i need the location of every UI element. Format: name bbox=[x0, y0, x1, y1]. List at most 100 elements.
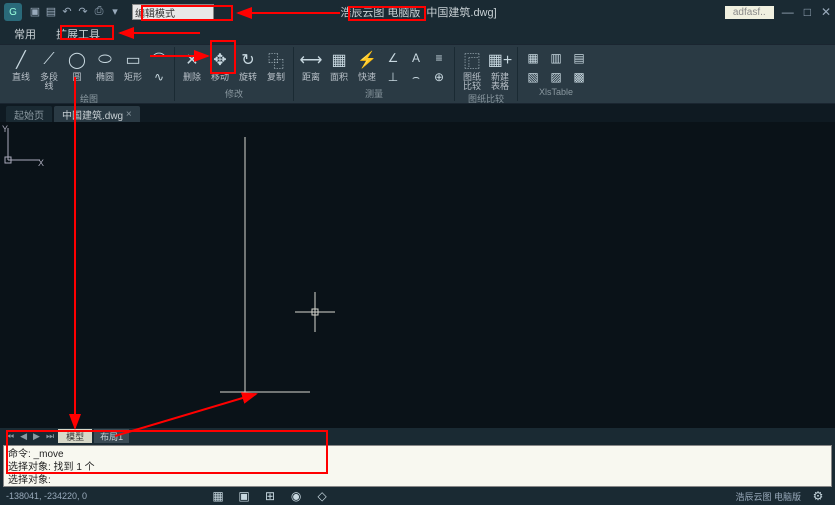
statusbar: -138041, -234220, 0 ▦ ▣ ⊞ ◉ ◇ 浩辰云图 电脑版 ⚙ bbox=[0, 488, 835, 504]
user-badge[interactable]: adfasf.. bbox=[725, 6, 774, 19]
qat-print-icon[interactable]: ⎙ bbox=[92, 5, 106, 19]
polyline-icon: ⟋ bbox=[38, 49, 60, 71]
status-snap-icon[interactable]: ▦ bbox=[207, 487, 229, 505]
tool-compare[interactable]: ⿸图纸比较 bbox=[459, 47, 485, 91]
status-osnap-icon[interactable]: ◇ bbox=[311, 487, 333, 505]
app-icon: G bbox=[4, 3, 22, 21]
tab-nav-first[interactable]: ⏮ bbox=[4, 431, 16, 442]
tool-rotate[interactable]: ↻旋转 bbox=[235, 47, 261, 86]
tool-delete[interactable]: ✕删除 bbox=[179, 47, 205, 86]
group-label-measure: 测量 bbox=[298, 86, 450, 101]
ribbon-group-xlstable: ▦ ▥ ▤ ▧ ▨ ▩ XlsTable bbox=[518, 47, 594, 101]
tool-circle[interactable]: ◯圆 bbox=[64, 47, 90, 91]
qat-redo-icon[interactable]: ↷ bbox=[76, 5, 90, 19]
cmd-line-3: 选择对象: bbox=[8, 475, 51, 486]
search-input[interactable]: 编辑模式 bbox=[132, 4, 214, 20]
xls-icon-4[interactable]: ▧ bbox=[522, 68, 544, 86]
list-icon[interactable]: ≡ bbox=[428, 49, 450, 67]
tab-nav-prev[interactable]: ◀ bbox=[18, 431, 29, 442]
move-icon: ✥ bbox=[209, 49, 231, 71]
tool-quick[interactable]: ⚡快速 bbox=[354, 47, 380, 86]
tool-polyline[interactable]: ⟋多段线 bbox=[36, 47, 62, 91]
status-polar-icon[interactable]: ◉ bbox=[285, 487, 307, 505]
measure-small-tools: ∠ A ≡ ⊥ ⌢ ⊕ bbox=[382, 47, 450, 86]
qat-open-icon[interactable]: ▣ bbox=[28, 5, 42, 19]
distance-icon: ⟷ bbox=[300, 49, 322, 71]
ribbon-group-draw: ╱直线 ⟋多段线 ◯圆 ⬭椭圆 ▭矩形 ⌒ ∿ 绘图 bbox=[4, 47, 175, 101]
quick-icon: ⚡ bbox=[356, 49, 378, 71]
status-settings-icon[interactable]: ⚙ bbox=[807, 487, 829, 505]
dim-icon[interactable]: ⊥ bbox=[382, 68, 404, 86]
tool-line[interactable]: ╱直线 bbox=[8, 47, 34, 91]
layout-tab-1[interactable]: 布局1 bbox=[94, 429, 129, 443]
maximize-button[interactable]: □ bbox=[804, 5, 811, 19]
status-ortho-icon[interactable]: ⊞ bbox=[259, 487, 281, 505]
group-label-compare: 图纸比较 bbox=[459, 91, 513, 106]
tool-copy[interactable]: ⿻复制 bbox=[263, 47, 289, 86]
titlebar: G ▣ ▤ ↶ ↷ ⎙ ▾ 编辑模式 浩辰云图 电脑版 中国建筑.dwg] ad… bbox=[0, 0, 835, 24]
group-label-draw: 绘图 bbox=[8, 91, 170, 106]
tab-start-page[interactable]: 起始页 bbox=[6, 106, 52, 122]
drawing-canvas[interactable]: Y X bbox=[0, 122, 835, 428]
tool-move[interactable]: ✥移动 bbox=[207, 47, 233, 86]
document-filename: 中国建筑.dwg] bbox=[426, 4, 496, 20]
product-name: 浩辰云图 电脑版 bbox=[338, 4, 422, 20]
xls-icon-1[interactable]: ▦ bbox=[522, 49, 544, 67]
rectangle-icon: ▭ bbox=[122, 49, 144, 71]
tab-close-icon[interactable]: × bbox=[126, 109, 132, 120]
tool-area[interactable]: ▦面积 bbox=[326, 47, 352, 86]
circle-icon: ◯ bbox=[66, 49, 88, 71]
draw-small-tools: ⌒ ∿ bbox=[148, 47, 170, 91]
group-label-modify: 修改 bbox=[179, 86, 289, 101]
svg-text:X: X bbox=[38, 158, 44, 168]
spline-icon[interactable]: ∿ bbox=[148, 68, 170, 86]
command-line[interactable]: 命令: _move 选择对象: 找到 1 个 选择对象: 指定基点或 [位移(D… bbox=[3, 445, 832, 487]
area-icon: ▦ bbox=[328, 49, 350, 71]
tab-active-drawing[interactable]: 中国建筑.dwg × bbox=[54, 106, 140, 122]
close-button[interactable]: ✕ bbox=[821, 5, 831, 19]
id-icon[interactable]: A bbox=[405, 49, 427, 67]
copy-icon: ⿻ bbox=[265, 49, 287, 71]
model-tab[interactable]: 模型 bbox=[58, 429, 92, 443]
document-tabs: 起始页 中国建筑.dwg × bbox=[0, 104, 835, 122]
tool-rectangle[interactable]: ▭矩形 bbox=[120, 47, 146, 91]
table-icon: ▦+ bbox=[489, 49, 511, 71]
qat-save-icon[interactable]: ▤ bbox=[44, 5, 58, 19]
tool-ellipse[interactable]: ⬭椭圆 bbox=[92, 47, 118, 91]
tab-nav-last[interactable]: ⏭ bbox=[44, 431, 56, 442]
coord-icon[interactable]: ⊕ bbox=[428, 68, 450, 86]
group-label-xlstable: XlsTable bbox=[522, 86, 590, 98]
cmd-line-2: 选择对象: 找到 1 个 bbox=[8, 462, 95, 473]
xls-icon-2[interactable]: ▥ bbox=[545, 49, 567, 67]
rotate-icon: ↻ bbox=[237, 49, 259, 71]
line-icon: ╱ bbox=[10, 49, 32, 71]
qat-more-icon[interactable]: ▾ bbox=[108, 5, 122, 19]
menubar: 常用 扩展工具 bbox=[0, 24, 835, 44]
status-brand: 浩辰云图 电脑版 bbox=[735, 490, 801, 503]
status-grid-icon[interactable]: ▣ bbox=[233, 487, 255, 505]
qat-undo-icon[interactable]: ↶ bbox=[60, 5, 74, 19]
ellipse-icon: ⬭ bbox=[94, 49, 116, 71]
ribbon-group-measure: ⟷距离 ▦面积 ⚡快速 ∠ A ≡ ⊥ ⌢ ⊕ 测量 bbox=[294, 47, 455, 101]
xls-icon-3[interactable]: ▤ bbox=[568, 49, 590, 67]
title-center: 浩辰云图 电脑版 中国建筑.dwg] bbox=[338, 4, 496, 20]
minimize-button[interactable]: — bbox=[782, 5, 794, 19]
ucs-icon: Y X bbox=[0, 122, 46, 168]
quick-access-toolbar: ▣ ▤ ↶ ↷ ⎙ ▾ bbox=[28, 5, 122, 19]
delete-icon: ✕ bbox=[181, 49, 203, 71]
menu-common[interactable]: 常用 bbox=[8, 26, 42, 42]
ribbon-group-compare: ⿸图纸比较 ▦+新建表格 图纸比较 bbox=[455, 47, 518, 101]
svg-text:Y: Y bbox=[2, 124, 8, 134]
angle-icon[interactable]: ∠ bbox=[382, 49, 404, 67]
arc-icon[interactable]: ⌒ bbox=[148, 49, 170, 67]
tool-distance[interactable]: ⟷距离 bbox=[298, 47, 324, 86]
ribbon-group-modify: ✕删除 ✥移动 ↻旋转 ⿻复制 修改 bbox=[175, 47, 294, 101]
tab-nav-next[interactable]: ▶ bbox=[31, 431, 42, 442]
model-layout-tabs: ⏮ ◀ ▶ ⏭ 模型 布局1 bbox=[0, 428, 835, 444]
xls-icon-5[interactable]: ▨ bbox=[545, 68, 567, 86]
cmd-line-1: 命令: _move bbox=[8, 449, 64, 460]
tool-new-table[interactable]: ▦+新建表格 bbox=[487, 47, 513, 91]
xls-icon-6[interactable]: ▩ bbox=[568, 68, 590, 86]
arc-len-icon[interactable]: ⌢ bbox=[405, 68, 427, 86]
menu-extension-tools[interactable]: 扩展工具 bbox=[50, 26, 106, 42]
